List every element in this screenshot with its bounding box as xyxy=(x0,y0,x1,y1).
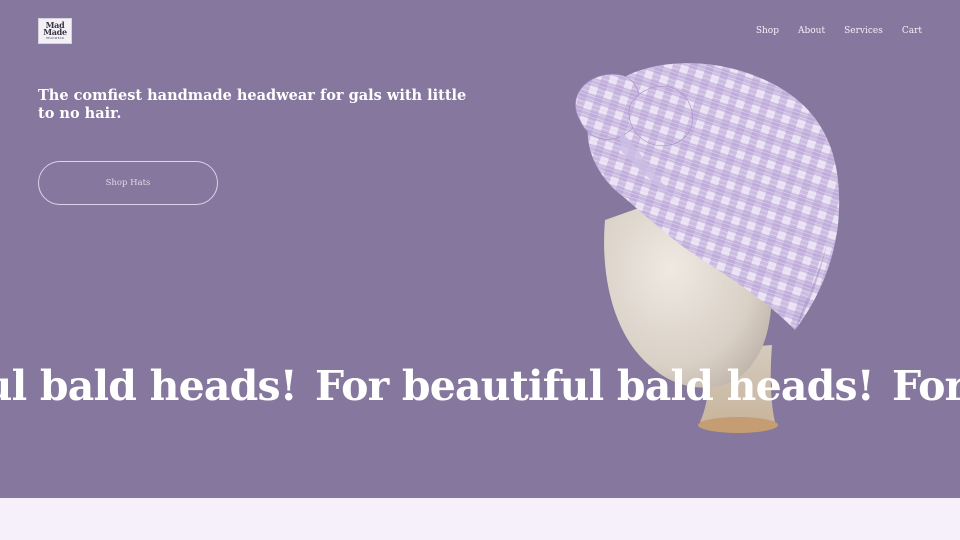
nav-link-shop[interactable]: Shop xyxy=(756,26,779,36)
marquee-banner: For beautiful bald heads! For beautiful … xyxy=(0,362,960,422)
next-section-strip xyxy=(0,498,960,540)
hero-section: Mad Made HEADWEAR Shop About Services Ca… xyxy=(0,0,960,498)
nav-link-cart[interactable]: Cart xyxy=(902,26,922,36)
marquee-text: For beautiful bald heads! xyxy=(892,362,960,410)
nav-link-services[interactable]: Services xyxy=(844,26,883,36)
brand-logo[interactable]: Mad Made HEADWEAR xyxy=(38,18,72,44)
main-nav: Shop About Services Cart xyxy=(756,26,922,36)
hero-headline: The comfiest handmade headwear for gals … xyxy=(38,87,467,122)
shop-hats-button[interactable]: Shop Hats xyxy=(38,161,218,205)
marquee-text: For beautiful bald heads! xyxy=(315,362,875,410)
logo-text-line3: HEADWEAR xyxy=(45,36,65,40)
logo-text-line2: Made xyxy=(43,27,67,38)
nav-link-about[interactable]: About xyxy=(798,26,825,36)
marquee-text: For beautiful bald heads! xyxy=(0,362,298,410)
